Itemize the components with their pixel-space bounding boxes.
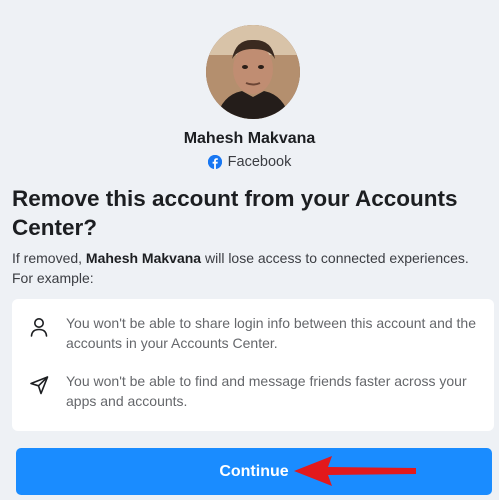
description-account-name: Mahesh Makvana — [85, 250, 202, 266]
description-prefix: If removed, — [12, 250, 86, 266]
account-source: Facebook — [0, 154, 499, 170]
consequence-text: You won't be able to share login info be… — [66, 315, 477, 351]
profile-name: Mahesh Makvana — [183, 130, 316, 147]
dialog-description: If removed, Mahesh Makvana will lose acc… — [12, 248, 492, 288]
consequence-item: You won't be able to find and message fr… — [28, 371, 478, 411]
consequences-card: You won't be able to share login info be… — [12, 299, 494, 431]
remove-account-screen: Mahesh Makvana Facebook Remove this acco… — [0, 0, 499, 500]
account-source-label: Facebook — [227, 154, 292, 170]
person-icon — [28, 316, 50, 338]
facebook-icon — [207, 155, 222, 169]
consequence-item: You won't be able to share login info be… — [28, 313, 478, 353]
consequence-text: You won't be able to find and message fr… — [66, 373, 467, 409]
continue-button[interactable]: Continue — [16, 448, 492, 495]
avatar — [206, 25, 300, 119]
dialog-title: Remove this account from your Accounts C… — [12, 186, 458, 240]
profile-photo — [206, 25, 300, 119]
send-icon — [28, 374, 50, 396]
